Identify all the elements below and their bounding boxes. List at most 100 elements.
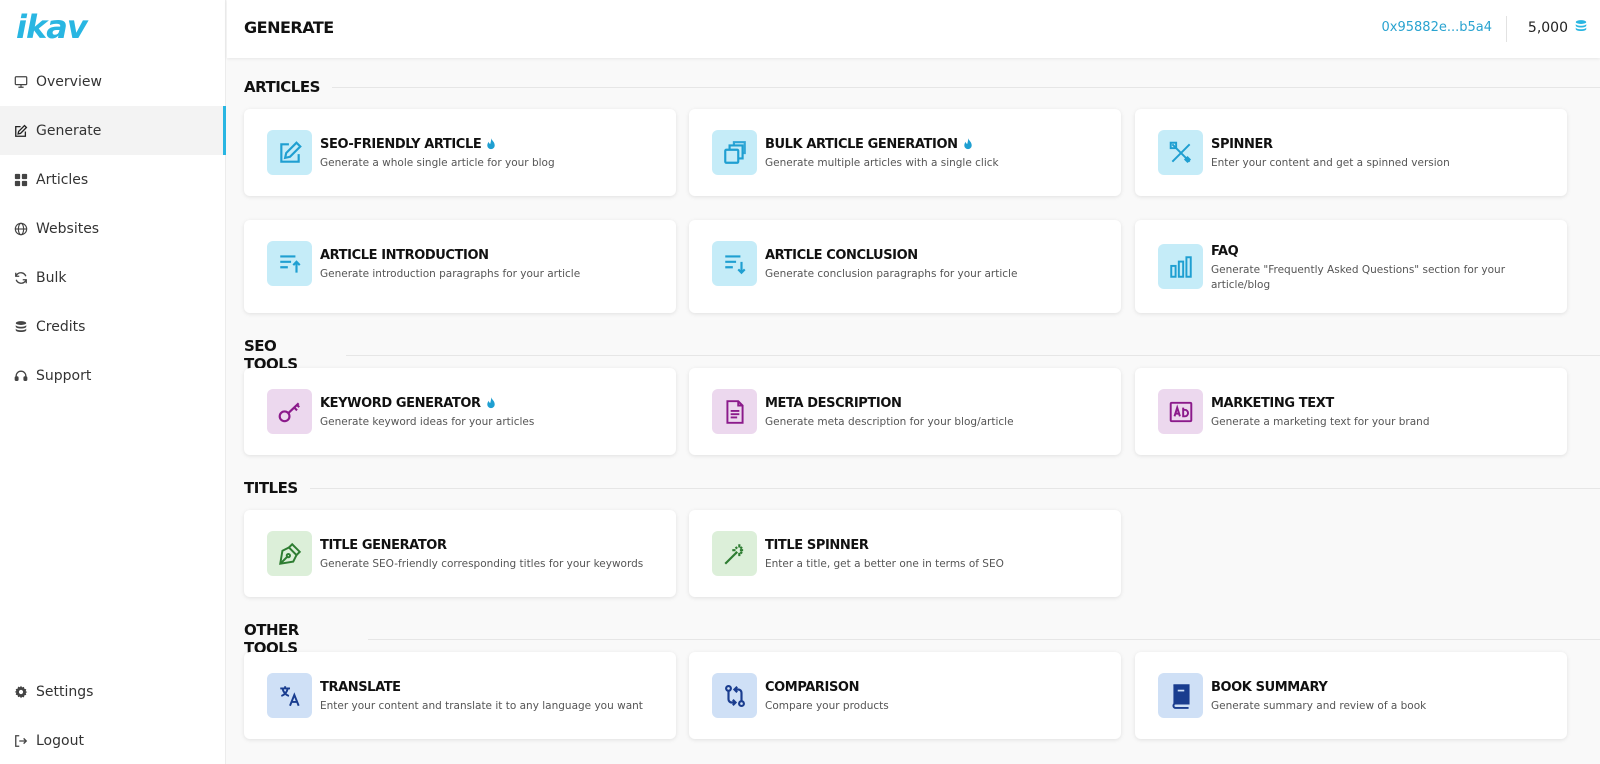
card-title: MARKETING TEXT [1211, 396, 1334, 411]
section-title-articles: ARTICLES [244, 78, 1600, 96]
sidebar-item-logout[interactable]: Logout [0, 716, 226, 764]
card-title: TRANSLATE [320, 680, 401, 695]
card-description: Enter a title, get a better one in terms… [765, 558, 1004, 570]
card-title: TITLE SPINNER [765, 538, 869, 553]
card-description: Enter your content and get a spinned ver… [1211, 157, 1450, 169]
card-title-text: TRANSLATE [320, 680, 401, 695]
gear-icon [14, 685, 28, 699]
card-title-text: SEO-FRIENDLY ARTICLE [320, 137, 482, 152]
app-logo[interactable]: ikav [16, 8, 88, 46]
sidebar-item-credits[interactable]: Credits [0, 302, 226, 351]
card-spinner[interactable]: SPINNER Enter your content and get a spi… [1135, 109, 1567, 196]
card-description: Generate meta description for your blog/… [765, 416, 1014, 428]
card-title-text: MARKETING TEXT [1211, 396, 1334, 411]
key-icon [267, 389, 312, 434]
card-title-spinner[interactable]: TITLE SPINNER Enter a title, get a bette… [689, 510, 1121, 597]
card-title: BOOK SUMMARY [1211, 680, 1328, 695]
section-divider [309, 487, 1600, 489]
bar-chart-icon [1158, 244, 1203, 289]
sidebar-item-support[interactable]: Support [0, 351, 226, 400]
card-title: TITLE GENERATOR [320, 538, 447, 553]
sidebar-item-label: Articles [36, 171, 89, 188]
pen-nib-icon [267, 531, 312, 576]
card-title-text: BOOK SUMMARY [1211, 680, 1328, 695]
card-faq[interactable]: FAQ Generate "Frequently Asked Questions… [1135, 220, 1567, 313]
section-divider [368, 638, 1600, 640]
card-title: META DESCRIPTION [765, 396, 902, 411]
card-title: FAQ [1211, 244, 1239, 259]
card-book-summary[interactable]: BOOK SUMMARY Generate summary and review… [1135, 652, 1567, 739]
globe-icon [14, 222, 28, 236]
sidebar-item-articles[interactable]: Articles [0, 155, 226, 204]
card-description: Generate multiple articles with a single… [765, 157, 999, 169]
card-seo-friendly-article[interactable]: SEO-FRIENDLY ARTICLE Generate a whole si… [244, 109, 676, 196]
sidebar-item-label: Bulk [36, 269, 67, 286]
grid-icon [14, 173, 28, 187]
ad-icon [1158, 389, 1203, 434]
document-icon [712, 389, 757, 434]
compare-icon [712, 673, 757, 718]
card-description: Enter your content and translate it to a… [320, 700, 643, 712]
sidebar-item-label: Support [36, 367, 92, 384]
card-title: ARTICLE CONCLUSION [765, 248, 918, 263]
card-title-text: ARTICLE CONCLUSION [765, 248, 918, 263]
card-meta-description[interactable]: META DESCRIPTION Generate meta descripti… [689, 368, 1121, 455]
credits-balance[interactable]: 5,000 [1528, 19, 1588, 37]
edit-icon [14, 124, 28, 138]
headset-icon [14, 369, 28, 383]
card-comparison[interactable]: COMPARISON Compare your products [689, 652, 1121, 739]
card-title-generator[interactable]: TITLE GENERATOR Generate SEO-friendly co… [244, 510, 676, 597]
credits-amount: 5,000 [1527, 20, 1568, 36]
card-description: Generate a marketing text for your brand [1211, 416, 1430, 428]
card-title: BULK ARTICLE GENERATION [765, 137, 974, 152]
card-title: COMPARISON [765, 680, 859, 695]
sidebar-item-label: Logout [36, 732, 84, 749]
ruler-pencil-icon [1158, 130, 1203, 175]
card-title: SPINNER [1211, 137, 1273, 152]
card-marketing-text[interactable]: MARKETING TEXT Generate a marketing text… [1135, 368, 1567, 455]
sidebar-item-generate[interactable]: Generate [0, 106, 226, 155]
card-bulk-article-generation[interactable]: BULK ARTICLE GENERATION Generate multipl… [689, 109, 1121, 196]
card-translate[interactable]: TRANSLATE Enter your content and transla… [244, 652, 676, 739]
sidebar-nav: Overview Generate Articles Websites Bulk [0, 57, 226, 400]
card-description: Generate conclusion paragraphs for your … [765, 268, 1018, 280]
card-title-text: COMPARISON [765, 680, 860, 695]
section-title-text: TITLES [244, 479, 298, 497]
card-article-conclusion[interactable]: ARTICLE CONCLUSION Generate conclusion p… [689, 220, 1121, 313]
card-description: Generate "Frequently Asked Questions" se… [1211, 264, 1506, 291]
sidebar-item-label: Websites [36, 220, 100, 237]
sidebar-item-label: Credits [36, 318, 86, 335]
card-keyword-generator[interactable]: KEYWORD GENERATOR Generate keyword ideas… [244, 368, 676, 455]
card-article-introduction[interactable]: ARTICLE INTRODUCTION Generate introducti… [244, 220, 676, 313]
card-description: Generate summary and review of a book [1211, 700, 1427, 712]
monitor-icon [14, 75, 28, 89]
wallet-address[interactable]: 0x95882e...b5a4 [1382, 20, 1492, 35]
sidebar-item-overview[interactable]: Overview [0, 57, 226, 106]
section-divider [346, 354, 1600, 356]
refresh-icon [14, 271, 28, 285]
card-title-text: TITLE SPINNER [765, 538, 869, 553]
coins-icon [14, 320, 28, 334]
sidebar-item-settings[interactable]: Settings [0, 667, 226, 716]
sidebar-item-websites[interactable]: Websites [0, 204, 226, 253]
copy-icon [712, 130, 757, 175]
edit-icon [267, 130, 312, 175]
sidebar-bottom-nav: Settings Logout [0, 667, 226, 764]
logout-icon [14, 734, 28, 748]
fire-icon [485, 397, 497, 410]
card-title: KEYWORD GENERATOR [320, 396, 497, 411]
coins-icon [1574, 19, 1588, 37]
main-content: ARTICLES SEO-FRIENDLY ARTICLE Generate a… [227, 58, 1600, 764]
card-title-text: ARTICLE INTRODUCTION [320, 248, 489, 263]
card-title-text: META DESCRIPTION [765, 396, 902, 411]
header-divider [1506, 16, 1507, 42]
sidebar-item-label: Settings [36, 683, 94, 700]
card-description: Generate a whole single article for your… [320, 157, 555, 169]
card-title-text: BULK ARTICLE GENERATION [765, 137, 958, 152]
card-title-text: TITLE GENERATOR [320, 538, 447, 553]
card-title: SEO-FRIENDLY ARTICLE [320, 137, 497, 152]
sidebar-item-bulk[interactable]: Bulk [0, 253, 226, 302]
card-title: ARTICLE INTRODUCTION [320, 248, 489, 263]
page-title: GENERATE [244, 18, 334, 37]
top-header: GENERATE 0x95882e...b5a4 5,000 [227, 0, 1600, 58]
